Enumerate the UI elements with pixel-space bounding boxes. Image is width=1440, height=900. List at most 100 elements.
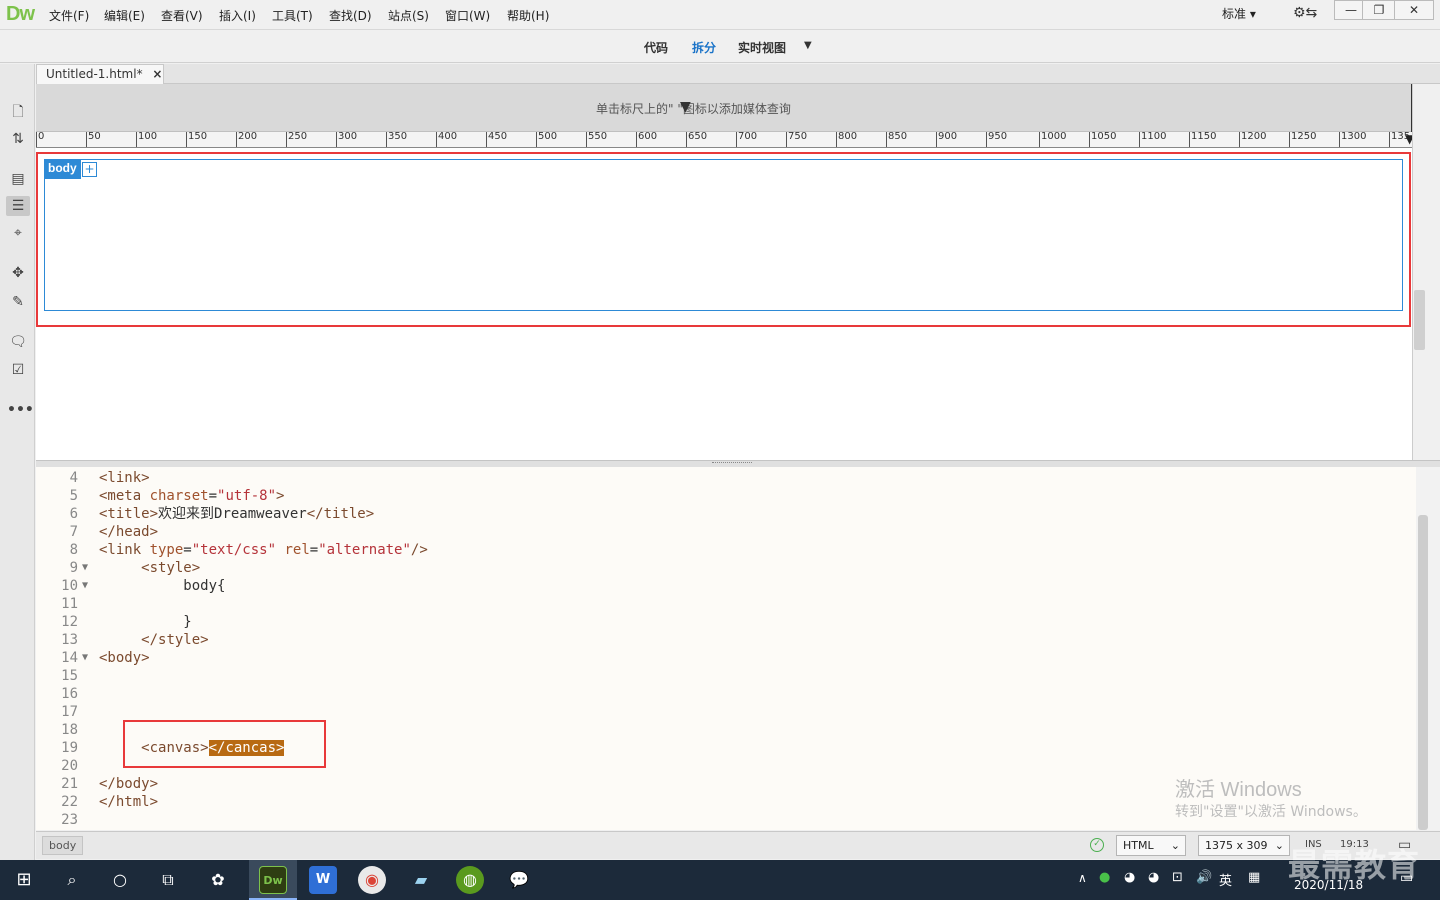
chevron-down-icon[interactable]: ▼ <box>804 40 812 51</box>
volume-icon[interactable]: 🔊 <box>1196 870 1212 885</box>
expand-icon[interactable]: ✥ <box>7 263 29 283</box>
code-line[interactable]: 4 <link> <box>36 469 1416 487</box>
document-type-select[interactable]: HTML ⌄ <box>1116 835 1186 856</box>
wechat-icon[interactable]: 💬 <box>505 866 533 894</box>
fold-toggle-icon[interactable]: ▼ <box>82 559 88 577</box>
menu-item[interactable]: 站点(S) <box>388 7 429 24</box>
chrome-icon[interactable]: ◉ <box>358 866 386 894</box>
fan-app-icon[interactable]: ✿ <box>204 866 232 894</box>
file-management-icon[interactable]: ⇅ <box>7 129 29 149</box>
restore-button[interactable]: ❐ <box>1362 0 1396 20</box>
menu-item[interactable]: 编辑(E) <box>104 7 145 24</box>
code-text: <body> <box>99 649 150 667</box>
tray-qq2-icon[interactable]: ◕ <box>1148 870 1159 885</box>
divider-grip[interactable] <box>712 462 752 464</box>
add-element-button[interactable]: + <box>82 162 97 177</box>
code-line[interactable]: 8 <link type="text/css" rel="alternate"/> <box>36 541 1416 559</box>
code-line[interactable]: 10 ▼ body{ <box>36 577 1416 595</box>
code-line[interactable]: 9 ▼ <style> <box>36 559 1416 577</box>
menu-item[interactable]: 窗口(W) <box>445 7 490 24</box>
menu-item[interactable]: 插入(I) <box>219 7 256 24</box>
ruler-tick-label: 1300 <box>1339 132 1366 147</box>
close-window-button[interactable]: ✕ <box>1394 0 1434 20</box>
media-query-hint: 单击标尺上的" "图标以添加媒体查询 <box>596 102 791 116</box>
code-token: "text/css" <box>191 542 277 558</box>
melon-icon[interactable]: ◍ <box>456 866 484 894</box>
ruler-tick-label: 700 <box>736 132 757 147</box>
code-line[interactable]: 14 ▼ <body> <box>36 649 1416 667</box>
line-number: 14 <box>61 650 78 666</box>
body-element-tag[interactable]: body <box>44 160 81 179</box>
code-token: } <box>99 614 192 630</box>
design-scrollbar-thumb[interactable] <box>1414 290 1425 350</box>
menu-item[interactable]: 查看(V) <box>161 7 203 24</box>
code-line[interactable]: 5 <meta charset="utf-8"> <box>36 487 1416 505</box>
code-line[interactable]: 11 <box>36 595 1416 613</box>
code-line[interactable]: 7 </head> <box>36 523 1416 541</box>
document-tab[interactable]: Untitled-1.html* × <box>36 64 164 84</box>
code-line[interactable]: 15 <box>36 667 1416 685</box>
workspace-layout-select[interactable]: 标准 ▾ <box>1222 5 1256 22</box>
ruler-tick-label: 600 <box>636 132 657 147</box>
code-line[interactable]: 16 <box>36 685 1416 703</box>
code-token: <link> <box>99 470 150 486</box>
tray-wechat-icon[interactable]: ● <box>1099 870 1110 885</box>
code-line[interactable]: 13 </style> <box>36 631 1416 649</box>
code-text: <link> <box>99 469 150 487</box>
search-icon[interactable]: ⌕ <box>58 866 86 894</box>
validate-icon[interactable]: ☑ <box>7 360 29 380</box>
fold-toggle-icon[interactable]: ▼ <box>82 577 88 595</box>
split-view-button[interactable]: 拆分 <box>692 39 716 56</box>
tag-selector[interactable]: body <box>42 836 84 855</box>
code-line[interactable]: 12 } <box>36 613 1416 631</box>
inspect-icon[interactable]: ☰ <box>6 196 30 216</box>
sync-settings-icon[interactable]: ⚙⇆ <box>1293 5 1317 21</box>
code-token: <meta <box>99 488 150 504</box>
notepad-icon[interactable]: ▰ <box>407 866 435 894</box>
code-scrollbar-thumb[interactable] <box>1418 515 1428 830</box>
live-view-button[interactable]: 实时视图 <box>738 39 786 56</box>
more-icon[interactable]: ••• <box>7 400 34 420</box>
window-size-select[interactable]: 1375 x 309 ⌄ <box>1198 835 1290 856</box>
input-language[interactable]: 英 <box>1219 870 1232 889</box>
pen-icon[interactable]: ✎ <box>7 292 29 312</box>
task-view-icon[interactable]: ⧉ <box>154 866 182 894</box>
ruler-tick-label: 1250 <box>1289 132 1316 147</box>
ruler-tick-label: 900 <box>936 132 957 147</box>
code-text: body{ <box>99 577 225 595</box>
line-number: 4 <box>69 470 78 486</box>
menu-item[interactable]: 查找(D) <box>329 7 372 24</box>
code-token: = <box>309 542 319 558</box>
ruler-tick-label: 800 <box>836 132 857 147</box>
network-icon[interactable]: ⊡ <box>1172 870 1183 885</box>
dreamweaver-icon[interactable]: Dw <box>259 866 287 894</box>
ruler-tick-label: 250 <box>286 132 307 147</box>
tray-qq-icon[interactable]: ◕ <box>1124 870 1135 885</box>
tray-chevron-icon[interactable]: ∧ <box>1078 871 1087 885</box>
ime-icon[interactable]: ▦ <box>1248 870 1260 885</box>
code-line[interactable]: 6 <title>欢迎来到Dreamweaver</title> <box>36 505 1416 523</box>
menu-item[interactable]: 工具(T) <box>272 7 313 24</box>
check-icon: ✓ <box>1090 838 1104 852</box>
ruler: 0 50 100 150 200 250 300 350 400 450 500 550 600 650 7… <box>36 132 1412 148</box>
live-code-icon[interactable]: ▤ <box>7 169 29 189</box>
target-icon[interactable]: ⌖ <box>7 223 29 243</box>
cortana-icon[interactable]: ○ <box>106 866 134 894</box>
wps-icon[interactable]: W <box>309 866 337 894</box>
close-tab-icon[interactable]: × <box>152 67 162 81</box>
code-view-button[interactable]: 代码 <box>644 39 668 56</box>
code-line[interactable]: 17 <box>36 703 1416 721</box>
menu-item[interactable]: 帮助(H) <box>507 7 549 24</box>
design-scrollbar[interactable] <box>1412 84 1428 460</box>
body-element-outline[interactable] <box>44 159 1403 311</box>
line-number: 21 <box>61 776 78 792</box>
line-number: 22 <box>61 794 78 810</box>
code-text: <link type="text/css" rel="alternate"/> <box>99 541 428 559</box>
open-documents-icon[interactable]: 🗋 <box>7 102 29 122</box>
menu-item[interactable]: 文件(F) <box>49 7 89 24</box>
windows-start-icon[interactable]: ⊞ <box>10 866 38 894</box>
comment-icon[interactable]: 🗨 <box>7 332 29 352</box>
line-number: 15 <box>61 668 78 684</box>
line-number: 12 <box>61 614 78 630</box>
fold-toggle-icon[interactable]: ▼ <box>82 649 88 667</box>
